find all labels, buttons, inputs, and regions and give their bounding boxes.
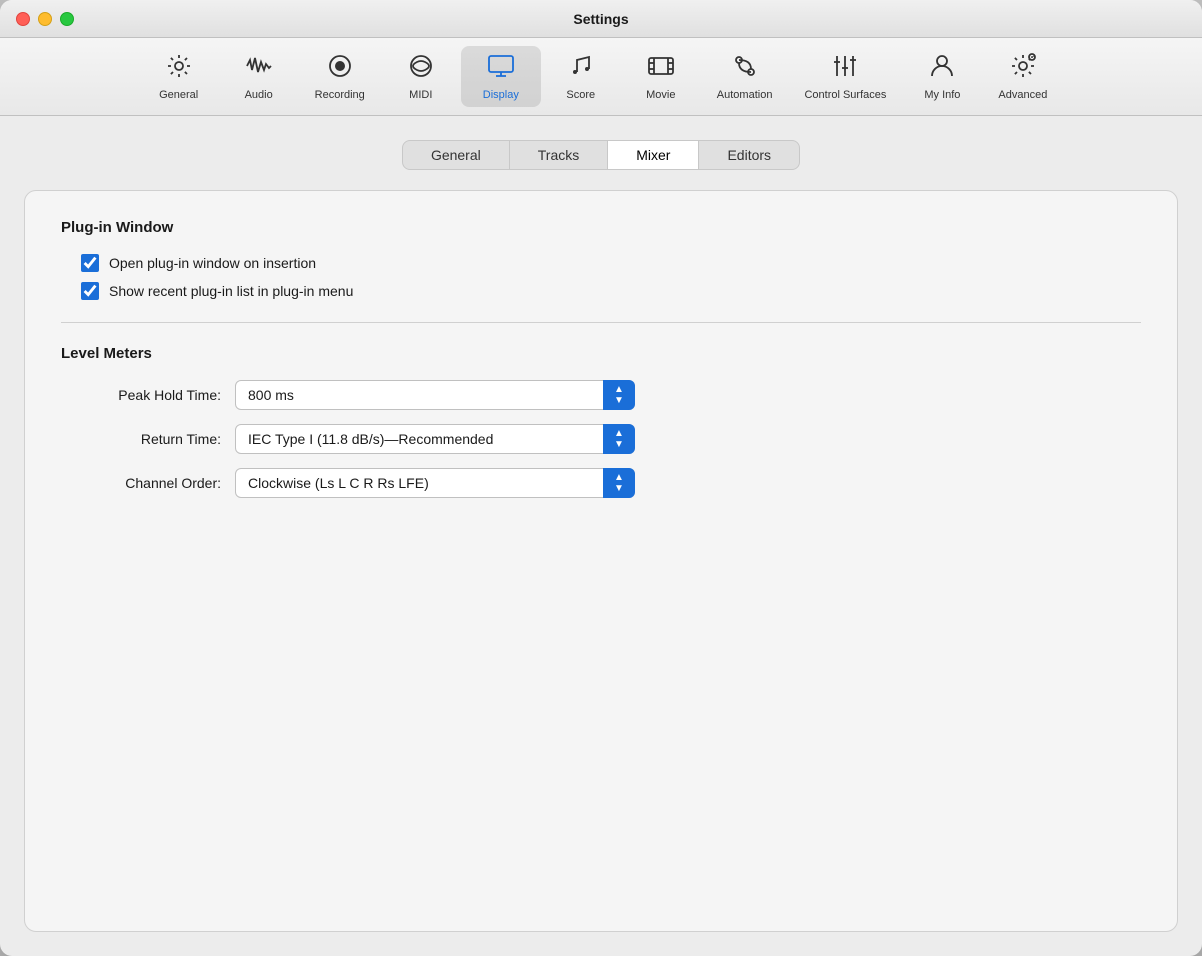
channel-order-label: Channel Order: xyxy=(61,475,221,491)
window-title: Settings xyxy=(573,11,628,27)
peak-hold-select[interactable]: 800 ms 1000 ms 2000 ms 3000 ms Infinite xyxy=(235,380,635,410)
level-meters-section: Level Meters Peak Hold Time: 800 ms 1000… xyxy=(61,345,1141,498)
checkbox-open-plugin-label: Open plug-in window on insertion xyxy=(109,255,316,271)
checkbox-row-2: Show recent plug-in list in plug-in menu xyxy=(61,282,1141,300)
titlebar: Settings xyxy=(0,0,1202,38)
toolbar-item-automation[interactable]: Automation xyxy=(701,46,789,107)
checkbox-row-1: Open plug-in window on insertion xyxy=(61,254,1141,272)
maximize-button[interactable] xyxy=(60,12,74,26)
display-icon xyxy=(487,52,515,85)
plugin-window-title: Plug-in Window xyxy=(61,219,1141,236)
my-info-icon xyxy=(928,52,956,85)
peak-hold-select-wrapper: 800 ms 1000 ms 2000 ms 3000 ms Infinite … xyxy=(235,380,635,410)
tab-tracks[interactable]: Tracks xyxy=(510,141,608,169)
toolbar-display-label: Display xyxy=(483,89,519,101)
peak-hold-label: Peak Hold Time: xyxy=(61,387,221,403)
toolbar-item-my-info[interactable]: My Info xyxy=(902,46,982,107)
midi-icon xyxy=(407,52,435,85)
automation-icon xyxy=(731,52,759,85)
toolbar-item-control-surfaces[interactable]: Control Surfaces xyxy=(788,46,902,107)
tab-bar-inner: General Tracks Mixer Editors xyxy=(402,140,800,170)
tab-mixer[interactable]: Mixer xyxy=(608,141,699,169)
toolbar-recording-label: Recording xyxy=(315,89,365,101)
toolbar-item-recording[interactable]: Recording xyxy=(299,46,381,107)
toolbar-advanced-label: Advanced xyxy=(998,89,1047,101)
toolbar-item-general[interactable]: General xyxy=(139,46,219,107)
section-divider xyxy=(61,322,1141,323)
advanced-icon xyxy=(1009,52,1037,85)
toolbar-automation-label: Automation xyxy=(717,89,773,101)
toolbar-control-surfaces-label: Control Surfaces xyxy=(804,89,886,101)
level-meters-title: Level Meters xyxy=(61,345,1141,362)
toolbar-item-score[interactable]: Score xyxy=(541,46,621,107)
content-area: General Tracks Mixer Editors Plug-in Win… xyxy=(0,116,1202,956)
gear-icon xyxy=(165,52,193,85)
toolbar-item-movie[interactable]: Movie xyxy=(621,46,701,107)
toolbar: General Audio Recording xyxy=(0,38,1202,116)
tab-bar: General Tracks Mixer Editors xyxy=(24,140,1178,170)
return-time-label: Return Time: xyxy=(61,431,221,447)
control-surfaces-icon xyxy=(831,52,859,85)
checkbox-show-recent-label: Show recent plug-in list in plug-in menu xyxy=(109,283,353,299)
toolbar-item-midi[interactable]: MIDI xyxy=(381,46,461,107)
tab-general[interactable]: General xyxy=(403,141,510,169)
record-icon xyxy=(326,52,354,85)
toolbar-movie-label: Movie xyxy=(646,89,675,101)
toolbar-item-advanced[interactable]: Advanced xyxy=(982,46,1063,107)
toolbar-item-audio[interactable]: Audio xyxy=(219,46,299,107)
toolbar-general-label: General xyxy=(159,89,198,101)
checkbox-open-plugin[interactable] xyxy=(81,254,99,272)
checkbox-show-recent[interactable] xyxy=(81,282,99,300)
settings-window: Settings General Audio xyxy=(0,0,1202,956)
traffic-lights xyxy=(16,12,74,26)
peak-hold-row: Peak Hold Time: 800 ms 1000 ms 2000 ms 3… xyxy=(61,380,1141,410)
channel-order-row: Channel Order: Clockwise (Ls L C R Rs LF… xyxy=(61,468,1141,498)
channel-order-select-wrapper: Clockwise (Ls L C R Rs LFE) SMPTE/ITU (L… xyxy=(235,468,635,498)
toolbar-my-info-label: My Info xyxy=(924,89,960,101)
channel-order-select[interactable]: Clockwise (Ls L C R Rs LFE) SMPTE/ITU (L… xyxy=(235,468,635,498)
toolbar-midi-label: MIDI xyxy=(409,89,432,101)
movie-icon xyxy=(647,52,675,85)
toolbar-audio-label: Audio xyxy=(245,89,273,101)
panel: Plug-in Window Open plug-in window on in… xyxy=(24,190,1178,932)
tab-editors[interactable]: Editors xyxy=(699,141,799,169)
close-button[interactable] xyxy=(16,12,30,26)
return-time-row: Return Time: IEC Type I (11.8 dB/s)—Reco… xyxy=(61,424,1141,454)
score-icon xyxy=(567,52,595,85)
toolbar-score-label: Score xyxy=(566,89,595,101)
minimize-button[interactable] xyxy=(38,12,52,26)
return-time-select[interactable]: IEC Type I (11.8 dB/s)—Recommended IEC T… xyxy=(235,424,635,454)
plugin-window-section: Plug-in Window Open plug-in window on in… xyxy=(61,219,1141,300)
toolbar-item-display[interactable]: Display xyxy=(461,46,541,107)
waveform-icon xyxy=(245,52,273,85)
return-time-select-wrapper: IEC Type I (11.8 dB/s)—Recommended IEC T… xyxy=(235,424,635,454)
